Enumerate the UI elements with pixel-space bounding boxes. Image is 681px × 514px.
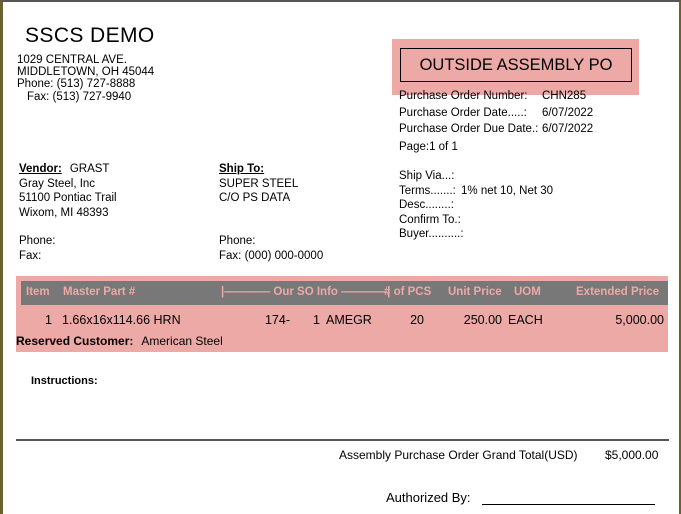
- ship-to-name: SUPER STEEL: [219, 177, 299, 190]
- vendor-phone-row: Phone:: [19, 234, 117, 249]
- vendor-heading-row: Vendor: GRAST: [19, 162, 117, 177]
- company-phone: Phone: (513) 727-8888: [17, 78, 136, 91]
- cell-so-line: 1: [313, 313, 320, 327]
- ship-to-spacer: [219, 206, 323, 221]
- confirm-to-label: Confirm To.:: [399, 213, 461, 226]
- vendor-fax-row: Fax:: [19, 249, 117, 264]
- footer-divider: [16, 439, 669, 441]
- ship-to-fax-label: Fax:: [219, 249, 242, 262]
- cell-extended-price: 5,000.00: [615, 313, 664, 327]
- cell-master-part: 1.66x16x114.66 HRN: [62, 313, 181, 327]
- terms-row: Terms.......: 1% net 10, Net 30: [399, 184, 553, 199]
- cell-unit-price: 250.00: [463, 313, 502, 327]
- buyer-row: Buyer..........:: [399, 227, 553, 242]
- po-due-date-row: Purchase Order Due Date.: 6/07/2022: [399, 121, 593, 138]
- vendor-block: Vendor: GRAST Gray Steel, Inc 51100 Ponti…: [19, 162, 117, 263]
- ship-to-fax-row: Fax: (000) 000-0000: [219, 249, 323, 264]
- cell-uom: EACH: [508, 313, 543, 327]
- reserved-customer-row: Reserved Customer: American Steel: [16, 334, 223, 348]
- purchase-order-document: SSCS DEMO 1029 CENTRAL AVE. MIDDLETOWN, …: [0, 0, 681, 514]
- po-date-label: Purchase Order Date.....:: [399, 106, 527, 119]
- ship-to-phone-row: Phone:: [219, 234, 323, 249]
- terms-value: 1% net 10, Net 30: [461, 184, 554, 197]
- vendor-phone-label: Phone:: [19, 235, 56, 247]
- po-due-date-value: 6/07/2022: [542, 123, 594, 135]
- reserved-customer-label: Reserved Customer:: [16, 334, 134, 348]
- column-header-pcs: # of PCS: [384, 286, 432, 298]
- desc-label: Desc........:: [399, 199, 454, 211]
- vendor-city-state-zip: Wixom, MI 48393: [19, 206, 109, 219]
- column-header-uom: UOM: [514, 286, 541, 298]
- vendor-fax-label: Fax:: [19, 249, 42, 262]
- company-fax: Fax: (513) 727-9940: [27, 90, 132, 103]
- vendor-code: GRAST: [69, 163, 110, 175]
- reserved-customer-value: American Steel: [141, 334, 223, 348]
- ship-via-row: Ship Via...:: [399, 169, 553, 184]
- po-date-value: 6/07/2022: [542, 106, 594, 119]
- ship-via-label: Ship Via...:: [399, 170, 455, 182]
- desc-row: Desc........:: [399, 198, 553, 213]
- grand-total-label: Assembly Purchase Order Grand Total(USD): [339, 448, 578, 462]
- line-items-header-row: Item Master Part # |———— Our SO Info ———…: [21, 281, 668, 305]
- po-date-row: Purchase Order Date.....: 6/07/2022: [399, 105, 593, 122]
- column-header-master-part: Master Part #: [63, 286, 136, 298]
- po-number-label: Purchase Order Number:: [399, 90, 528, 102]
- company-name: SSCS DEMO: [25, 24, 155, 47]
- cell-so-code: AMEGR: [326, 313, 372, 327]
- terms-block: Ship Via...: Terms.......: 1% net 10, Net…: [399, 169, 553, 242]
- po-due-date-label: Purchase Order Due Date.:: [399, 123, 539, 135]
- company-address: 1029 CENTRAL AVE. MIDDLETOWN, OH 45044 P…: [17, 54, 154, 103]
- ship-to-heading-row: Ship To:: [219, 162, 323, 177]
- ship-to-heading: Ship To:: [219, 163, 265, 175]
- terms-label: Terms.......:: [399, 184, 456, 197]
- vendor-name: Gray Steel, Inc: [19, 177, 96, 190]
- ship-to-block: Ship To: SUPER STEEL C/O PS DATA Phone: …: [219, 162, 323, 263]
- po-number-value: CHN285: [542, 90, 587, 102]
- buyer-label: Buyer..........:: [399, 228, 464, 240]
- cell-pcs: 20: [410, 313, 424, 327]
- column-header-unit-price: Unit Price: [448, 286, 502, 298]
- po-page-value: 1 of 1: [429, 140, 458, 153]
- po-page-row: Page:1 of 1: [399, 138, 593, 156]
- confirm-to-row: Confirm To.:: [399, 213, 553, 228]
- ship-to-fax-value: (000) 000-0000: [244, 249, 324, 262]
- po-number-row: Purchase Order Number: CHN285: [399, 88, 593, 105]
- vendor-heading: Vendor:: [19, 163, 62, 175]
- cell-item: 1: [45, 313, 52, 327]
- grand-total-value: $5,000.00: [605, 448, 659, 462]
- ship-to-line2: C/O PS DATA: [219, 192, 291, 204]
- authorized-by-label: Authorized By:: [386, 490, 471, 505]
- document-type-banner: OUTSIDE ASSEMBLY PO: [400, 48, 632, 82]
- purchase-order-meta: Purchase Order Number: CHN285 Purchase Or…: [399, 88, 593, 155]
- vendor-street: 51100 Pontiac Trail: [19, 192, 117, 204]
- ship-to-phone-label: Phone:: [219, 235, 256, 247]
- po-page-label: Page:: [399, 140, 430, 153]
- company-address-line1: 1029 CENTRAL AVE.: [17, 54, 127, 66]
- grand-total-row: Assembly Purchase Order Grand Total(USD)…: [339, 448, 658, 462]
- instructions-label: Instructions:: [31, 375, 98, 387]
- column-header-extended-price: Extended Price: [576, 286, 660, 298]
- authorized-by-signature-line: [482, 504, 655, 505]
- table-row: 1 1.66x16x114.66 HRN 174- 1 AMEGR 20 250…: [16, 313, 668, 331]
- company-address-line2: MIDDLETOWN, OH 45044: [17, 66, 155, 79]
- column-header-item: Item: [26, 286, 50, 298]
- cell-so-number: 174-: [264, 313, 290, 327]
- column-header-so-info: |———— Our SO Info ————|: [221, 286, 391, 298]
